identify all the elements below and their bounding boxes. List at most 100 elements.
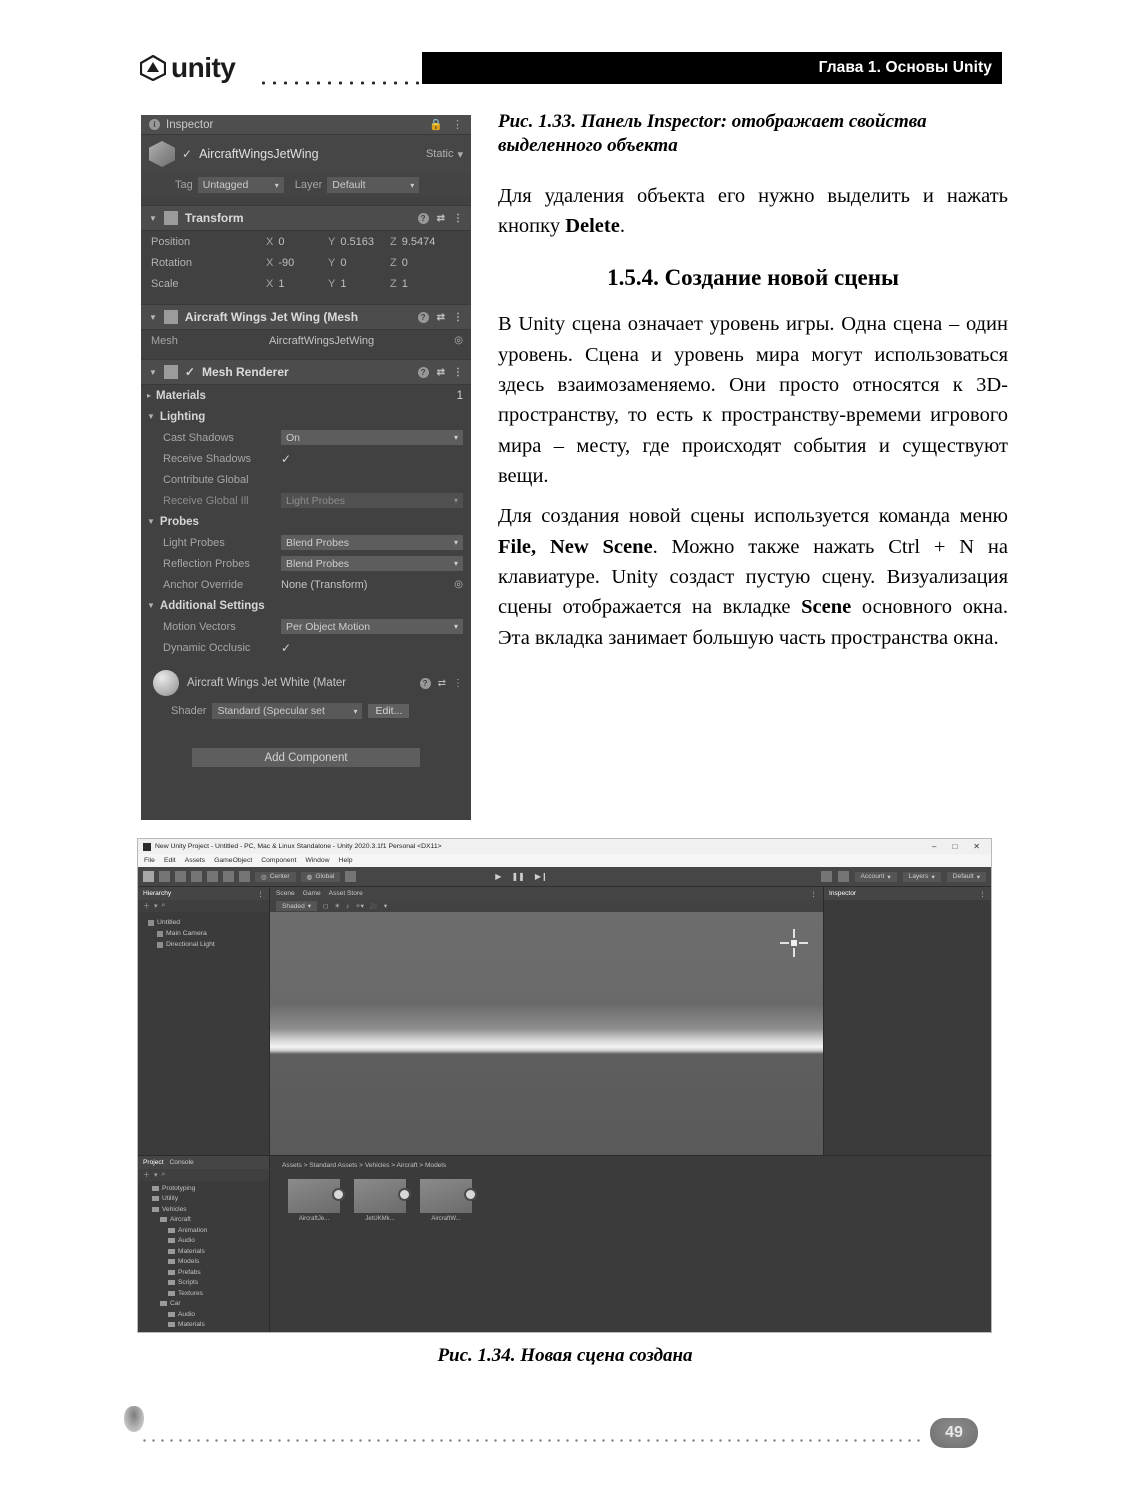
hierarchy-kebab-icon[interactable]: ⋮ bbox=[257, 890, 264, 898]
dynamic-occlusion-checkbox[interactable]: ✓ bbox=[281, 641, 291, 655]
scale-tool-icon[interactable] bbox=[191, 871, 202, 882]
move-tool-icon[interactable] bbox=[159, 871, 170, 882]
preset-icon[interactable]: ⇄ bbox=[437, 367, 445, 378]
hierarchy-item-directional-light[interactable]: Directional Light bbox=[142, 939, 265, 950]
pause-button[interactable]: ❚❚ bbox=[511, 872, 524, 881]
menu-file[interactable]: File bbox=[144, 857, 155, 864]
custom-tool-icon[interactable] bbox=[239, 871, 250, 882]
menu-window[interactable]: Window bbox=[305, 857, 329, 864]
add-object-icon[interactable]: ＋ bbox=[143, 901, 150, 911]
help-icon[interactable]: ? bbox=[417, 212, 429, 224]
tab-inspector[interactable]: Inspector bbox=[829, 890, 856, 897]
kebab-menu-icon[interactable]: ⋮ bbox=[453, 312, 463, 323]
kebab-menu-icon[interactable]: ⋮ bbox=[453, 367, 463, 378]
expand-triangle-icon[interactable]: ▸ bbox=[147, 391, 151, 400]
2d-toggle-icon[interactable]: ◻ bbox=[323, 902, 328, 910]
tab-console[interactable]: Console bbox=[170, 1159, 194, 1166]
materials-group[interactable]: ▸ Materials 1 bbox=[141, 385, 471, 406]
gizmos-dropdown-icon[interactable]: ▾ bbox=[384, 902, 387, 910]
close-button[interactable]: ✕ bbox=[973, 842, 980, 851]
tree-item[interactable]: Materials bbox=[141, 1246, 266, 1257]
tree-item[interactable]: Textures bbox=[141, 1288, 266, 1299]
account-dropdown[interactable]: Account ▾ bbox=[854, 871, 897, 882]
layout-dropdown[interactable]: Default ▾ bbox=[946, 871, 986, 882]
scale-y[interactable]: Y1 bbox=[328, 278, 390, 290]
shader-dropdown[interactable]: Standard (Specular set ▾ bbox=[212, 703, 363, 719]
lock-icon[interactable]: 🔒 bbox=[429, 118, 443, 131]
pivot-mode-toggle[interactable]: ◎ Center bbox=[255, 871, 296, 882]
help-icon[interactable]: ? bbox=[417, 366, 429, 378]
tab-hierarchy[interactable]: Hierarchy bbox=[143, 890, 171, 897]
tab-game[interactable]: Game bbox=[303, 890, 321, 897]
menu-edit[interactable]: Edit bbox=[164, 857, 176, 864]
tab-scene[interactable]: Scene bbox=[276, 890, 295, 897]
tag-dropdown[interactable]: Untagged ▾ bbox=[197, 177, 284, 193]
preset-icon[interactable]: ⇄ bbox=[437, 312, 445, 323]
object-enabled-checkbox[interactable]: ✓ bbox=[182, 147, 192, 161]
collapse-triangle-icon[interactable]: ▼ bbox=[147, 601, 155, 610]
asset-item[interactable]: AircraftW... bbox=[420, 1179, 477, 1222]
preset-icon[interactable]: ⇄ bbox=[437, 213, 445, 224]
mesh-renderer-enabled-checkbox[interactable]: ✓ bbox=[185, 365, 195, 379]
fx-dropdown-icon[interactable]: ✧▾ bbox=[355, 902, 364, 910]
scene-camera-icon[interactable]: 🎥 bbox=[370, 902, 378, 910]
help-icon[interactable]: ? bbox=[417, 311, 429, 323]
maximize-button[interactable]: □ bbox=[952, 842, 957, 851]
transform-tool-icon[interactable] bbox=[223, 871, 234, 882]
hierarchy-item-untitled[interactable]: Untitled bbox=[142, 917, 265, 928]
tree-item[interactable]: Materials bbox=[141, 1320, 266, 1331]
tree-item[interactable]: Animation bbox=[141, 1225, 266, 1236]
tree-item[interactable]: Aircraft bbox=[141, 1215, 266, 1226]
kebab-menu-icon[interactable]: ⋮ bbox=[452, 118, 463, 131]
tree-item[interactable]: Prefabs bbox=[141, 1267, 266, 1278]
step-button[interactable]: ▶❙ bbox=[535, 872, 548, 881]
rect-tool-icon[interactable] bbox=[207, 871, 218, 882]
scene-lighting-icon[interactable]: ☀ bbox=[334, 902, 340, 910]
layer-dropdown[interactable]: Default ▾ bbox=[327, 177, 420, 193]
kebab-menu-icon[interactable]: ⋮ bbox=[453, 678, 463, 689]
scene-axis-gizmo-icon[interactable] bbox=[779, 928, 809, 958]
probes-group[interactable]: ▼ Probes bbox=[141, 511, 471, 532]
menu-help[interactable]: Help bbox=[339, 857, 353, 864]
add-asset-icon[interactable]: ＋ bbox=[143, 1170, 150, 1180]
shader-edit-button[interactable]: Edit... bbox=[368, 704, 410, 718]
minimize-button[interactable]: – bbox=[932, 842, 936, 851]
reflection-probes-dropdown[interactable]: Blend Probes ▾ bbox=[281, 556, 463, 571]
add-component-button[interactable]: Add Component bbox=[192, 748, 420, 767]
mesh-filter-component-header[interactable]: ▼ Aircraft Wings Jet Wing (Mesh ? ⇄ ⋮ bbox=[141, 304, 471, 330]
receive-shadows-checkbox[interactable]: ✓ bbox=[281, 452, 291, 466]
position-x[interactable]: X0 bbox=[266, 236, 328, 248]
kebab-menu-icon[interactable]: ⋮ bbox=[453, 213, 463, 224]
scale-x[interactable]: X1 bbox=[266, 278, 328, 290]
menu-assets[interactable]: Assets bbox=[185, 857, 205, 864]
play-button[interactable]: ▶ bbox=[495, 872, 501, 881]
tree-item[interactable]: Scripts bbox=[141, 1278, 266, 1289]
rotation-z[interactable]: Z0 bbox=[390, 257, 452, 269]
collab-icon[interactable] bbox=[820, 871, 832, 882]
shading-mode-dropdown[interactable]: Shaded ▾ bbox=[276, 901, 318, 911]
lighting-group[interactable]: ▼ Lighting bbox=[141, 406, 471, 427]
transform-component-header[interactable]: ▼ Transform ? ⇄ ⋮ bbox=[141, 205, 471, 231]
tree-item[interactable]: Models bbox=[141, 1257, 266, 1268]
scene-kebab-icon[interactable]: ⋮ bbox=[810, 890, 817, 898]
tree-item[interactable]: Car bbox=[141, 1299, 266, 1310]
project-search-row[interactable]: ＋ ▾ ⌕ bbox=[138, 1169, 269, 1181]
layers-dropdown[interactable]: Layers ▾ bbox=[902, 871, 941, 882]
search-icon[interactable]: ⌕ bbox=[162, 1171, 166, 1179]
asset-item[interactable]: JetUKMk... bbox=[354, 1179, 411, 1222]
hand-tool-icon[interactable] bbox=[143, 871, 154, 882]
grid-snap-icon[interactable] bbox=[345, 871, 357, 882]
tree-item[interactable]: Audio bbox=[141, 1236, 266, 1247]
mesh-renderer-component-header[interactable]: ▼ ✓ Mesh Renderer ? ⇄ ⋮ bbox=[141, 359, 471, 385]
menu-gameobject[interactable]: GameObject bbox=[214, 857, 252, 864]
hierarchy-search-row[interactable]: ＋ ▾ ⌕ bbox=[138, 900, 269, 912]
tree-item[interactable]: Utility bbox=[141, 1194, 266, 1205]
asset-item[interactable]: AircraftJe... bbox=[288, 1179, 345, 1222]
cloud-icon[interactable] bbox=[837, 871, 849, 882]
collapse-triangle-icon[interactable]: ▼ bbox=[149, 313, 157, 322]
motion-vectors-dropdown[interactable]: Per Object Motion ▾ bbox=[281, 619, 463, 634]
rotation-y[interactable]: Y0 bbox=[328, 257, 390, 269]
tree-item[interactable]: Models bbox=[141, 1330, 266, 1333]
additional-settings-group[interactable]: ▼ Additional Settings bbox=[141, 595, 471, 616]
collapse-triangle-icon[interactable]: ▼ bbox=[147, 517, 155, 526]
